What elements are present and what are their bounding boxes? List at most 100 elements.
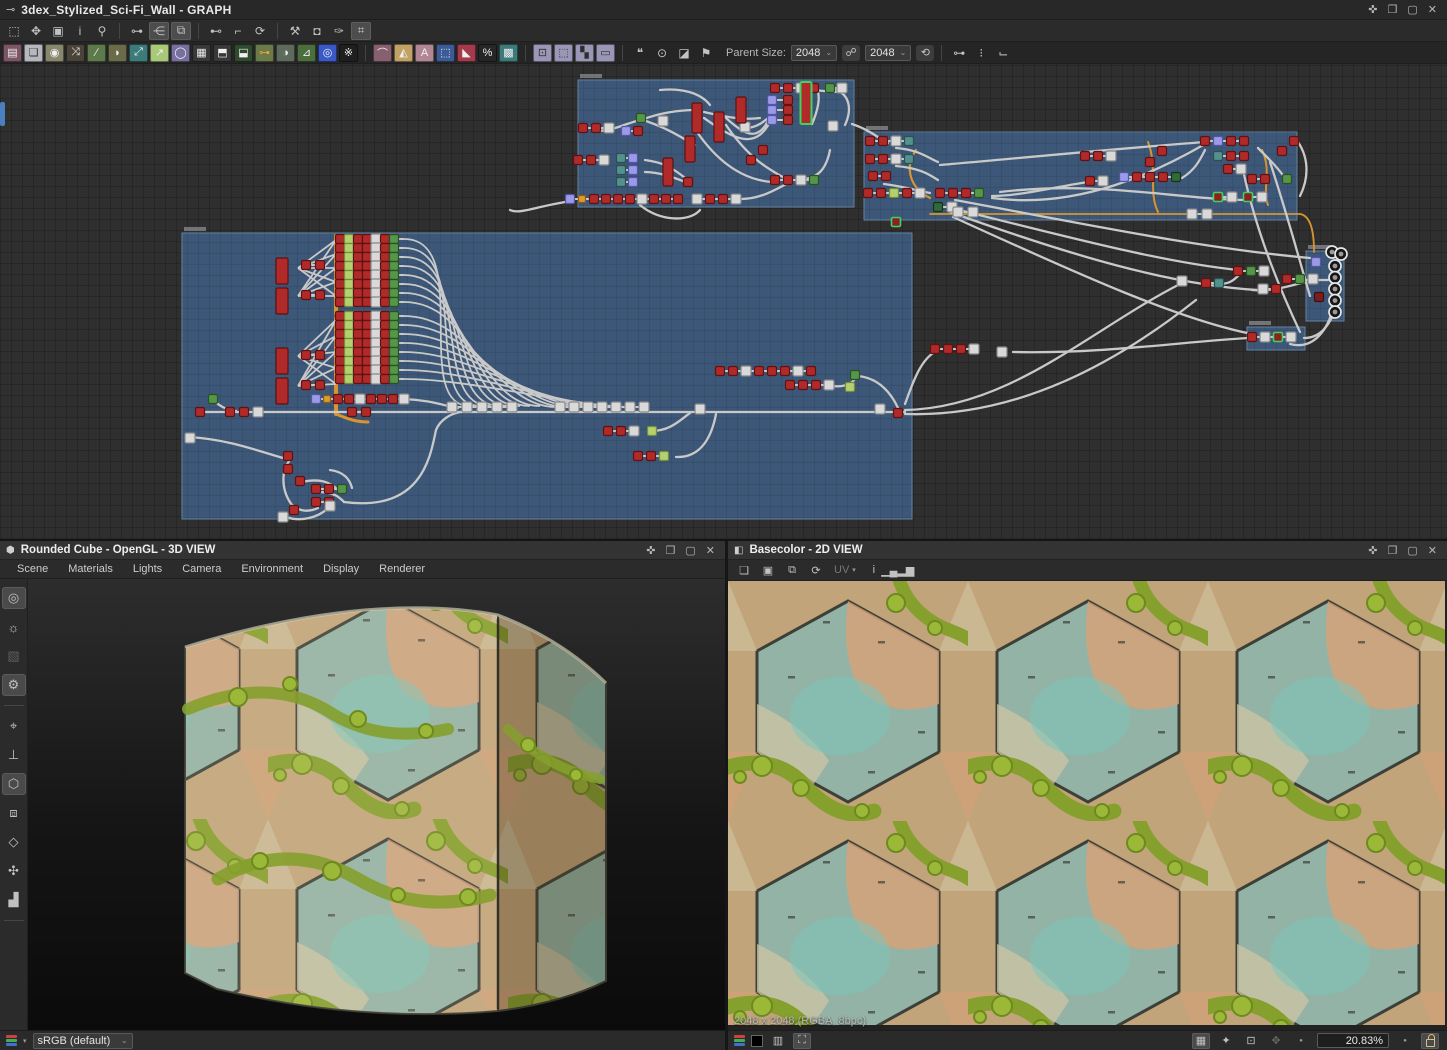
graph-node[interactable]: [717, 193, 729, 205]
graph-node[interactable]: [388, 319, 400, 331]
graph-node[interactable]: [1157, 171, 1169, 183]
graph-node-tall[interactable]: [713, 111, 725, 143]
gradient-map-node-button[interactable]: ◎: [318, 43, 337, 62]
graph-node[interactable]: [300, 379, 312, 391]
graph-node[interactable]: [1313, 291, 1325, 303]
graph-node[interactable]: [782, 82, 794, 94]
output-node[interactable]: [1328, 259, 1342, 273]
graph-node[interactable]: [1144, 171, 1156, 183]
rotation-snap-button[interactable]: ⟳: [250, 22, 270, 40]
graph-node[interactable]: [588, 193, 600, 205]
graph-node[interactable]: [836, 82, 848, 94]
graph-node[interactable]: [387, 393, 399, 405]
graph-node[interactable]: [379, 337, 391, 349]
crop-node-button[interactable]: ⬚: [554, 43, 573, 62]
graph-node[interactable]: [343, 373, 355, 385]
graph-node[interactable]: [554, 401, 566, 413]
graph-node[interactable]: [314, 379, 326, 391]
graph-node[interactable]: [343, 310, 355, 322]
graph-node[interactable]: [1212, 135, 1224, 147]
graph-node[interactable]: [361, 296, 373, 308]
graph-node[interactable]: [352, 355, 364, 367]
graph-node[interactable]: [184, 432, 196, 444]
graph-node[interactable]: [323, 483, 335, 495]
graph-node[interactable]: [388, 296, 400, 308]
blend-modes-node-button[interactable]: ⊶: [255, 43, 274, 62]
graph-node[interactable]: [352, 328, 364, 340]
graph-node[interactable]: [638, 401, 650, 413]
output-node[interactable]: [1328, 293, 1342, 308]
graph-node[interactable]: [947, 187, 959, 199]
light-settings-button[interactable]: ☼: [2, 616, 26, 638]
graph-node[interactable]: [753, 365, 765, 377]
graph-node[interactable]: [336, 483, 348, 495]
graph-node[interactable]: [379, 260, 391, 272]
graph-float-button[interactable]: ❐: [1388, 3, 1398, 16]
graph-node[interactable]: [1232, 265, 1244, 277]
graph-node[interactable]: [596, 401, 608, 413]
transform-manipulator-button[interactable]: ⌖: [2, 715, 26, 737]
graph-node[interactable]: [379, 251, 391, 263]
graph-node[interactable]: [314, 349, 326, 361]
dot-node-button[interactable]: ⊙: [652, 44, 672, 62]
graph-node[interactable]: [740, 365, 752, 377]
graph-node[interactable]: [585, 154, 597, 166]
graph-node[interactable]: [334, 287, 346, 299]
flood-fill-node-button[interactable]: ◣: [457, 43, 476, 62]
graph-node[interactable]: [727, 365, 739, 377]
reset-size-button[interactable]: ⟲: [916, 44, 935, 61]
graph-node[interactable]: [365, 393, 377, 405]
graph-node[interactable]: [388, 328, 400, 340]
graph-node[interactable]: [361, 310, 373, 322]
graph-node[interactable]: [890, 153, 902, 165]
node-display-button[interactable]: ⋲: [149, 21, 169, 40]
graph-node[interactable]: [1270, 283, 1282, 295]
graph-node[interactable]: [343, 260, 355, 272]
export-view-button[interactable]: ❏: [734, 561, 754, 579]
graph-node[interactable]: [867, 170, 879, 182]
grid-snap-button[interactable]: ⌗: [351, 21, 371, 40]
graph-node[interactable]: [694, 403, 706, 415]
graph-node[interactable]: [361, 242, 373, 254]
graph-node[interactable]: [352, 233, 364, 245]
graph-node[interactable]: [782, 114, 794, 126]
graph-node[interactable]: [370, 373, 382, 385]
graph-node[interactable]: [352, 337, 364, 349]
safe-transform-node-button[interactable]: ⊡: [533, 43, 552, 62]
paint-tool-button[interactable]: ✑: [329, 22, 349, 40]
graph-node[interactable]: [1105, 150, 1117, 162]
graph-node[interactable]: [572, 154, 584, 166]
graph-node[interactable]: [334, 355, 346, 367]
graph-node[interactable]: [361, 260, 373, 272]
graph-node[interactable]: [361, 328, 373, 340]
arc-pavement-node-button[interactable]: ⌒: [373, 43, 392, 62]
graph-node[interactable]: [388, 337, 400, 349]
graph-node[interactable]: [805, 365, 817, 377]
straight-links-button[interactable]: ⊷: [206, 22, 226, 40]
graph-node[interactable]: [1288, 135, 1300, 147]
graph-node-tall[interactable]: [275, 347, 289, 375]
graph-node[interactable]: [903, 135, 915, 147]
graph-node[interactable]: [590, 122, 602, 134]
parent-width-select[interactable]: 2048 ⌄: [790, 44, 838, 61]
output-node[interactable]: [1334, 247, 1348, 261]
graph-pin-button[interactable]: ✜: [1368, 3, 1377, 16]
graph-node[interactable]: [379, 310, 391, 322]
graph-node[interactable]: [343, 233, 355, 245]
graph-node[interactable]: [875, 187, 887, 199]
graph-node[interactable]: [1176, 275, 1188, 287]
graph-node[interactable]: [352, 310, 364, 322]
graph-node[interactable]: [361, 319, 373, 331]
graph-node[interactable]: [288, 504, 300, 516]
mirror-node-button[interactable]: ◭: [394, 43, 413, 62]
graph-node[interactable]: [334, 373, 346, 385]
graph-node[interactable]: [334, 269, 346, 281]
pin-note-button[interactable]: ⚑: [696, 44, 716, 62]
graph-node[interactable]: [1242, 191, 1254, 203]
graph-node[interactable]: [660, 193, 672, 205]
graph-node[interactable]: [379, 287, 391, 299]
graph-node[interactable]: [1259, 331, 1271, 343]
graph-node[interactable]: [361, 251, 373, 263]
graph-node[interactable]: [914, 187, 926, 199]
menu-lights[interactable]: Lights: [124, 561, 171, 577]
